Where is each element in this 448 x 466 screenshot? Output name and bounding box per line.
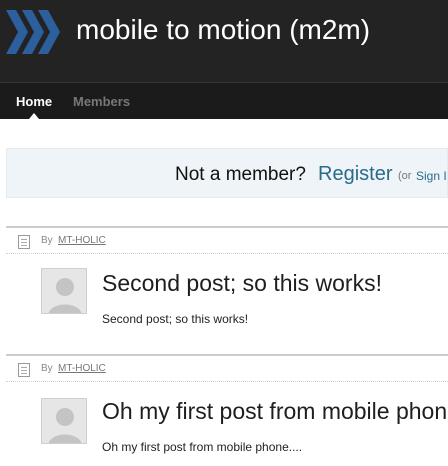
post-body: Second post; so this works! [102,312,249,326]
or-text: (or [398,170,412,182]
post-meta: By MT-HOLIC [6,228,448,254]
register-link[interactable]: Register [318,163,392,186]
document-icon [18,363,30,377]
user-silhouette-icon [42,399,86,443]
avatar[interactable] [41,398,87,444]
post-author-link[interactable]: MT-HOLIC [58,235,106,246]
site-title[interactable]: mobile to motion (m2m) [76,14,370,46]
avatar[interactable] [41,268,87,314]
document-icon [18,235,30,249]
post-body: Oh my first post from mobile phone.... [102,440,303,454]
active-indicator-icon [29,113,39,119]
post-title[interactable]: Second post; so this works! [102,270,382,297]
user-silhouette-icon [42,269,86,313]
join-banner: Not a member? Register (or Sign In [6,148,448,198]
post-by-label: By [41,363,53,374]
not-member-text: Not a member? [175,164,306,185]
nav-members-link[interactable]: Members [73,94,130,109]
chevrons-logo-icon[interactable] [6,8,62,56]
post-author-link[interactable]: MT-HOLIC [58,363,106,374]
nav-home-link[interactable]: Home [16,94,52,109]
site-header: mobile to motion (m2m) [0,0,448,82]
post-meta: By MT-HOLIC [6,356,448,382]
sign-in-link[interactable]: Sign In [416,169,447,183]
post-item: By MT-HOLIC Second post; so this works! … [6,226,448,354]
main-nav: Home Members [0,82,448,119]
post-title[interactable]: Oh my first post from mobile phone [102,398,448,425]
post-by-label: By [41,235,53,246]
post-item: By MT-HOLIC Oh my first post from mobile… [6,354,448,466]
